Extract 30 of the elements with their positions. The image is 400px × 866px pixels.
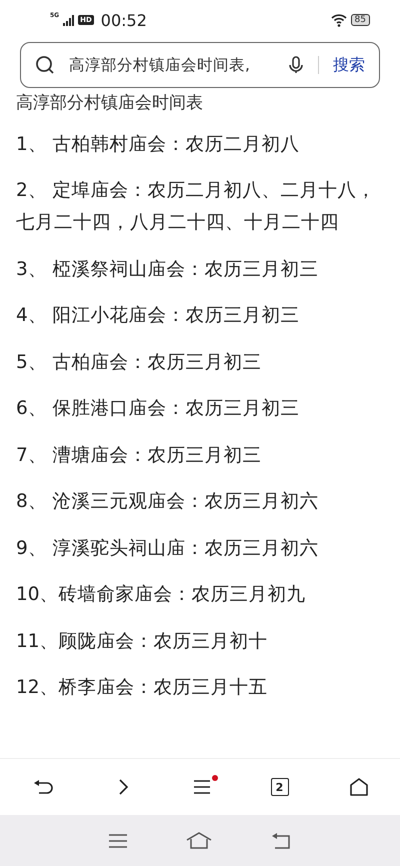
search-field[interactable]: 高淳部分村镇庙会时间表, 搜索 (20, 42, 380, 88)
list-item: 6、 保胜港口庙会：农历三月初三 (16, 397, 301, 421)
list-item: 5、 古柏庙会：农历三月初三 (16, 350, 263, 374)
menu-icon (194, 779, 210, 795)
list-item: 1、 古柏韩村庙会：农历二月初八 (16, 132, 301, 156)
list-item: 8、 沧溪三元观庙会：农历三月初六 (16, 490, 320, 514)
clock-time: 00:52 (100, 10, 147, 30)
microphone-icon (288, 56, 304, 74)
back-icon (270, 832, 291, 848)
battery-level: 85 (350, 14, 370, 26)
article-heading: 高淳部分村镇庙会时间表 (16, 92, 204, 114)
list-item: 3、 椏溪祭祠山庙会：农历三月初三 (16, 258, 320, 282)
search-icon (35, 55, 55, 75)
signal-icon (63, 14, 74, 26)
search-text: 高淳部分村镇庙会时间表, (69, 54, 251, 76)
search-button[interactable]: 搜索 (333, 54, 365, 76)
list-item: 7、 漕塘庙会：农历三月初三 (16, 444, 263, 468)
list-item: 9、 淳溪驼头祠山庙：农历三月初六 (16, 536, 320, 560)
home-icon (350, 778, 368, 796)
undo-arrow-icon (32, 779, 52, 795)
menu-icon (109, 834, 128, 848)
list-item: 10、砖墙俞家庙会：农历三月初九 (16, 583, 307, 607)
tabs-button[interactable]: 2 (270, 778, 288, 796)
list-item: 2、 定埠庙会：农历二月初八、二月十八，七月二十四，八月二十四、十月二十四 (16, 179, 377, 235)
chevron-right-icon (118, 779, 128, 795)
wifi-icon (330, 13, 347, 27)
home-icon (186, 832, 212, 849)
list-item: 4、 阳江小花庙会：农历三月初三 (16, 304, 301, 328)
list-item: 12、桥李庙会：农历三月十五 (16, 676, 269, 700)
list-item: 11、顾陇庙会：农历三月初十 (16, 630, 269, 654)
